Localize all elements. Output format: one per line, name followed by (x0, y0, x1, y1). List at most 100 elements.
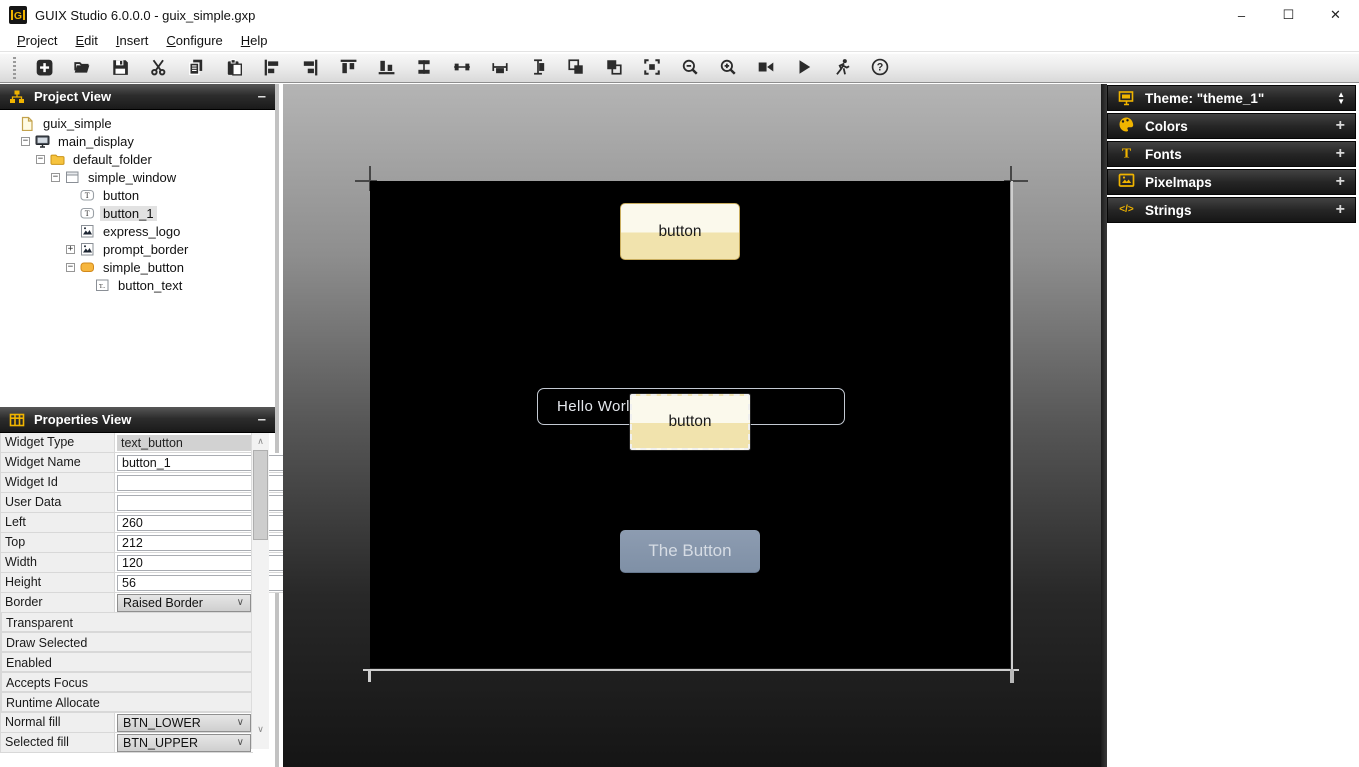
cut-button[interactable] (139, 55, 177, 81)
tree-expander-minus[interactable]: − (21, 137, 30, 146)
equal-height-button[interactable] (519, 55, 557, 81)
align-bottom-button[interactable] (367, 55, 405, 81)
property-row-enabled: Enabled✓ (0, 653, 253, 673)
close-button[interactable]: ✕ (1312, 0, 1359, 30)
align-right-button[interactable] (291, 55, 329, 81)
align-bottom-icon (377, 58, 395, 79)
save-project-icon (111, 58, 129, 79)
minimize-button[interactable]: – (1218, 0, 1265, 30)
properties-scrollbar[interactable]: ∧ ∨ (251, 433, 269, 749)
help-button[interactable]: ? (861, 55, 899, 81)
canvas-simple-button-widget[interactable]: The Button (620, 530, 760, 573)
menu-item-insert[interactable]: Insert (107, 31, 158, 50)
section-label: Fonts (1145, 147, 1182, 162)
tree-expander-minus[interactable]: − (66, 263, 75, 272)
section-header-pixelmaps[interactable]: Pixelmaps+ (1107, 169, 1356, 195)
scrollbar-thumb[interactable] (253, 450, 268, 540)
save-project-button[interactable] (101, 55, 139, 81)
move-to-back-button[interactable] (595, 55, 633, 81)
theme-spinner-down-icon[interactable]: ▼ (1337, 98, 1345, 105)
scroll-up-icon[interactable]: ∧ (252, 433, 269, 449)
property-label: Height (0, 573, 115, 593)
align-left-button[interactable] (253, 55, 291, 81)
move-to-front-button[interactable] (557, 55, 595, 81)
expand-plus-icon[interactable]: + (1336, 117, 1345, 135)
property-select-normal-fill[interactable]: BTN_LOWER∨ (117, 714, 251, 732)
play-macro-button[interactable] (785, 55, 823, 81)
title-bar: G GUIX Studio 6.0.0.0 - guix_simple.gxp … (0, 0, 1359, 30)
theme-header[interactable]: Theme: "theme_1" ▲ ▼ (1107, 85, 1356, 111)
new-project-button[interactable] (25, 55, 63, 81)
display-icon (35, 134, 50, 149)
menu-item-project[interactable]: Project (8, 31, 66, 50)
project-view-title: Project View (34, 89, 111, 104)
section-header-colors[interactable]: Colors+ (1107, 113, 1356, 139)
zoom-fit-button[interactable] (633, 55, 671, 81)
zoom-in-button[interactable] (709, 55, 747, 81)
scroll-down-icon[interactable]: ∨ (252, 721, 269, 737)
maximize-button[interactable]: ☐ (1265, 0, 1312, 30)
space-evenly-horizontal-button[interactable] (443, 55, 481, 81)
tree-item-express-logo[interactable]: express_logo (0, 222, 275, 240)
run-application-button[interactable] (823, 55, 861, 81)
expand-plus-icon[interactable]: + (1336, 201, 1345, 219)
tree-item-simple-window[interactable]: − simple_window (0, 168, 275, 186)
tree-item-label: simple_window (85, 170, 179, 185)
project-view-header: Project View – (0, 84, 275, 110)
theme-spinner[interactable]: ▲ ▼ (1337, 91, 1345, 105)
tree-item-button[interactable]: Tbutton (0, 186, 275, 204)
menu-item-configure[interactable]: Configure (157, 31, 231, 50)
canvas-button-widget[interactable]: button (620, 203, 740, 260)
new-project-icon (35, 58, 53, 79)
tree-item-simple-button[interactable]: −simple_button (0, 258, 275, 276)
space-evenly-vertical-button[interactable] (405, 55, 443, 81)
display-edge-guide-bottom[interactable] (363, 669, 1019, 671)
app-logo-icon: G (9, 6, 27, 24)
equal-width-button[interactable] (481, 55, 519, 81)
tree-item-label: button_text (115, 278, 185, 293)
tree-item-guix-simple[interactable]: guix_simple (0, 114, 275, 132)
tree-expander-minus[interactable]: − (51, 173, 60, 182)
display-corner-handle-topright-v[interactable] (1010, 166, 1012, 182)
display-root-window[interactable]: button Hello World button The Button (370, 181, 1010, 668)
section-header-strings[interactable]: </>Strings+ (1107, 197, 1356, 223)
paste-button[interactable] (215, 55, 253, 81)
zoom-out-button[interactable] (671, 55, 709, 81)
tree-item-button-text[interactable]: T..button_text (0, 276, 275, 294)
display-edge-guide-right[interactable] (1011, 181, 1013, 678)
button-widget-icon (80, 260, 95, 275)
svg-text:G: G (14, 10, 22, 22)
property-row-border: BorderRaised Border∨ (0, 593, 253, 613)
design-canvas[interactable]: button Hello World button The Button (283, 84, 1101, 767)
project-view-collapse-button[interactable]: – (258, 92, 266, 102)
guix-studio-window: G GUIX Studio 6.0.0.0 - guix_simple.gxp … (0, 0, 1359, 767)
tree-expander-minus[interactable]: − (36, 155, 45, 164)
align-top-button[interactable] (329, 55, 367, 81)
property-select-selected-fill[interactable]: BTN_UPPER∨ (117, 734, 251, 752)
open-project-button[interactable] (63, 55, 101, 81)
expand-plus-icon[interactable]: + (1336, 173, 1345, 191)
tree-item-prompt-border[interactable]: +prompt_border (0, 240, 275, 258)
properties-view-collapse-button[interactable]: – (258, 415, 266, 425)
section-header-fonts[interactable]: TFonts+ (1107, 141, 1356, 167)
expand-plus-icon[interactable]: + (1336, 145, 1345, 163)
property-row-widget-type: Widget Typetext_button (0, 433, 253, 453)
tree-item-button-1[interactable]: Tbutton_1 (0, 204, 275, 222)
canvas-selected-button-widget[interactable]: button (630, 394, 750, 450)
display-corner-handle-bottomleft[interactable] (368, 669, 371, 682)
record-macro-button[interactable] (747, 55, 785, 81)
copy-icon (187, 58, 205, 79)
tree-expander-plus[interactable]: + (66, 245, 75, 254)
tree-item-main-display[interactable]: −main_display (0, 132, 275, 150)
space-evenly-horizontal-icon (453, 58, 471, 79)
menu-item-help[interactable]: Help (232, 31, 277, 50)
toolbar-grip[interactable] (13, 57, 16, 79)
align-left-icon (263, 58, 281, 79)
property-select-border[interactable]: Raised Border∨ (117, 594, 251, 612)
copy-button[interactable] (177, 55, 215, 81)
zoom-out-icon (681, 58, 699, 79)
tree-item-default-folder[interactable]: −default_folder (0, 150, 275, 168)
menu-item-edit[interactable]: Edit (66, 31, 106, 50)
display-corner-handle-bottomright[interactable] (1010, 669, 1014, 683)
space-evenly-vertical-icon (415, 58, 433, 79)
